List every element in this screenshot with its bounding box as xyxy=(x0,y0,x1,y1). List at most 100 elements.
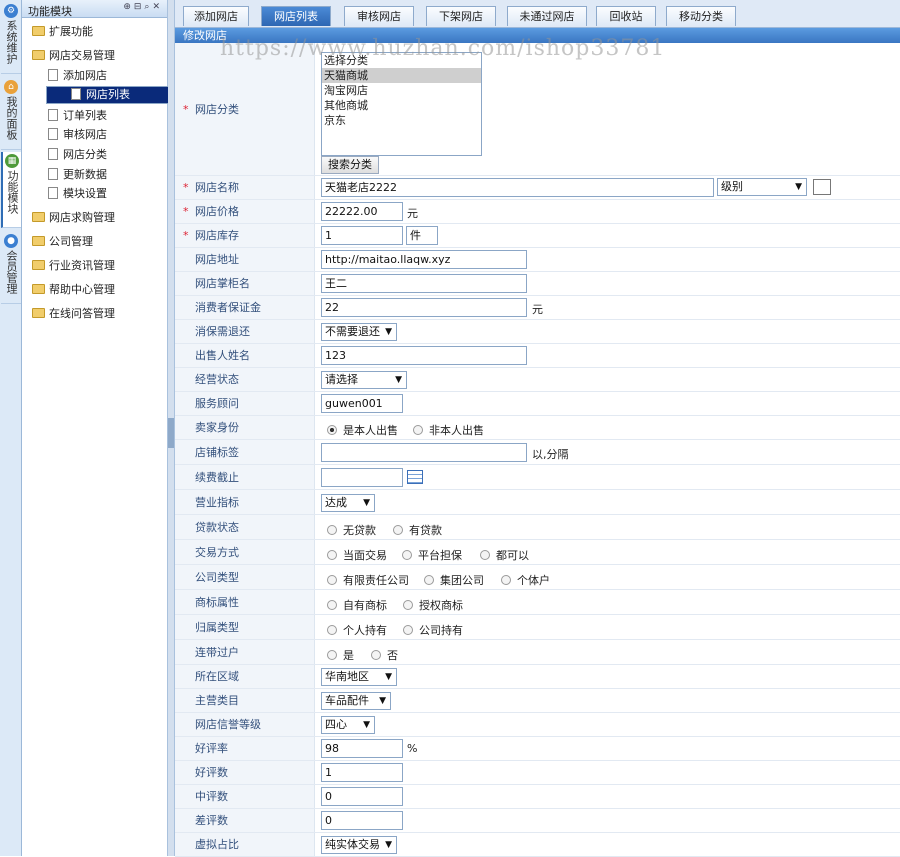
trademark-radio-2[interactable]: 授权商标 xyxy=(403,597,463,613)
credit_level-select[interactable]: 四心 ▼ xyxy=(321,716,375,734)
tab-6[interactable]: 回收站 xyxy=(596,6,656,26)
tab-7[interactable]: 移动分类 xyxy=(666,6,736,26)
label-text: 好评率 xyxy=(195,742,228,755)
tab-3[interactable]: 审核网店 xyxy=(344,6,414,26)
tab-4[interactable]: 下架网店 xyxy=(426,6,496,26)
name-input[interactable]: 天猫老店2222 xyxy=(321,178,714,197)
company_type-radio-2[interactable]: 集团公司 xyxy=(424,572,484,588)
category-option[interactable]: 淘宝网店 xyxy=(322,83,481,98)
label-text: 商标属性 xyxy=(195,596,239,609)
virtual_ratio-select[interactable]: 纯实体交易 ▼ xyxy=(321,836,397,854)
tab-1[interactable]: 添加网店 xyxy=(183,6,249,26)
ownership-radio-2[interactable]: 公司持有 xyxy=(403,622,463,638)
loan-radio-2[interactable]: 有贷款 xyxy=(393,522,442,538)
trade_mode-radio-3[interactable]: 都可以 xyxy=(480,547,529,563)
label-text: 虚拟占比 xyxy=(195,838,239,851)
file-icon xyxy=(48,148,58,160)
tree-node[interactable]: 网店交易管理 xyxy=(32,46,115,66)
radio-label: 否 xyxy=(387,649,398,662)
tree-tools[interactable]: ⊕⊟⌕✕ xyxy=(123,2,163,12)
tree-node-label: 网店分类 xyxy=(63,148,107,161)
calendar-icon[interactable] xyxy=(407,470,423,484)
transfer-radio-1[interactable]: 是 xyxy=(327,647,354,663)
renew-input[interactable] xyxy=(321,468,403,487)
radio-label: 个人持有 xyxy=(343,624,387,637)
seller_identity-radio-2[interactable]: 非本人出售 xyxy=(413,422,484,438)
url-input[interactable]: http://maitao.llaqw.xyz xyxy=(321,250,527,269)
name-level-select[interactable]: 级别 ▼ xyxy=(717,178,807,196)
radio-label: 非本人出售 xyxy=(429,424,484,437)
tree-node[interactable]: 模块设置 xyxy=(48,184,107,204)
tree-node[interactable]: 添加网店 xyxy=(48,66,107,86)
ownership-radio-1[interactable]: 个人持有 xyxy=(327,622,387,638)
label-advisor: 服务顾问 xyxy=(175,392,315,415)
radio-circle xyxy=(327,550,337,560)
tab-5[interactable]: 未通过网店 xyxy=(507,6,587,26)
region-select[interactable]: 华南地区 ▼ xyxy=(321,668,397,686)
file-icon xyxy=(48,69,58,81)
tree-node[interactable]: 网店分类 xyxy=(48,145,107,165)
category-option[interactable]: 京东 xyxy=(322,113,481,128)
panel-splitter[interactable] xyxy=(168,0,175,856)
file-icon xyxy=(48,187,58,199)
stock-unit-input[interactable]: 件 xyxy=(406,226,438,245)
label-text: 连带过户 xyxy=(195,646,239,659)
vtab-system[interactable]: ⚙ 系统维护 xyxy=(1,2,21,74)
mid_count-input[interactable]: 0 xyxy=(321,787,403,806)
collapse-arrow-icon[interactable] xyxy=(168,418,174,448)
category-listbox[interactable]: 选择分类 天猫商城 淘宝网店 其他商城 京东 xyxy=(321,52,482,156)
seller_identity-radio-1[interactable]: 是本人出售 xyxy=(327,422,398,438)
tree-node[interactable]: 在线问答管理 xyxy=(32,304,115,324)
label-trademark: 商标属性 xyxy=(175,590,315,614)
tree-node[interactable]: 更新数据 xyxy=(48,165,107,185)
category-option[interactable]: 其他商城 xyxy=(322,98,481,113)
tree-node[interactable]: 帮助中心管理 xyxy=(32,280,115,300)
label-seller_identity: 卖家身份 xyxy=(175,416,315,439)
main_category-select[interactable]: 车品配件 ▼ xyxy=(321,692,391,710)
label-text: 经营状态 xyxy=(195,373,239,386)
stock-input[interactable]: 1 xyxy=(321,226,403,245)
tree-node[interactable]: 扩展功能 xyxy=(32,22,93,42)
category-option[interactable]: 天猫商城 xyxy=(322,68,481,83)
owner-input[interactable]: 王二 xyxy=(321,274,527,293)
bad_count-input[interactable]: 0 xyxy=(321,811,403,830)
label-bad_count: 差评数 xyxy=(175,809,315,832)
deposit-input[interactable]: 22 xyxy=(321,298,527,317)
refund-select[interactable]: 不需要退还 ▼ xyxy=(321,323,397,341)
form-row-biz_index: 营业指标 达成 ▼ xyxy=(175,490,900,515)
tree-node[interactable]: 公司管理 xyxy=(32,232,93,252)
vtab-panel[interactable]: ⌂ 我的面板 xyxy=(1,78,21,150)
vertical-tab-strip: ⚙ 系统维护 ⌂ 我的面板 ▦ 功能模块 ● 会员管理 xyxy=(0,0,22,856)
biz_status-select[interactable]: 请选择 ▼ xyxy=(321,371,407,389)
tags-input[interactable] xyxy=(321,443,527,462)
label-text: 网店地址 xyxy=(195,253,239,266)
loan-radio-1[interactable]: 无贷款 xyxy=(327,522,376,538)
good_rate-input[interactable]: 98 xyxy=(321,739,403,758)
tree-node-label: 帮助中心管理 xyxy=(49,283,115,296)
seller_name-input[interactable]: 123 xyxy=(321,346,527,365)
tree-node[interactable]: 审核网店 xyxy=(48,125,107,145)
tree-node[interactable]: 行业资讯管理 xyxy=(32,256,115,276)
folder-icon xyxy=(32,284,45,294)
vtab-modules[interactable]: ▦ 功能模块 xyxy=(1,152,21,228)
company_type-radio-1[interactable]: 有限责任公司 xyxy=(327,572,409,588)
vtab-members[interactable]: ● 会员管理 xyxy=(1,232,21,304)
form-row-price: * 网店价格 22222.00 元 xyxy=(175,200,900,224)
tree-node[interactable]: 订单列表 xyxy=(48,106,107,126)
good_count-input[interactable]: 1 xyxy=(321,763,403,782)
label-ownership: 归属类型 xyxy=(175,615,315,639)
trade_mode-radio-1[interactable]: 当面交易 xyxy=(327,547,387,563)
biz_index-select[interactable]: 达成 ▼ xyxy=(321,494,375,512)
tree-node[interactable]: 网店求购管理 xyxy=(32,208,115,228)
price-input[interactable]: 22222.00 xyxy=(321,202,403,221)
select-value: 纯实体交易 xyxy=(325,838,380,851)
trademark-radio-1[interactable]: 自有商标 xyxy=(327,597,387,613)
transfer-radio-2[interactable]: 否 xyxy=(371,647,398,663)
search-category-button[interactable]: 搜索分类 xyxy=(321,156,379,174)
company_type-radio-3[interactable]: 个体户 xyxy=(501,572,550,588)
color-picker[interactable] xyxy=(813,179,831,195)
tab-2[interactable]: 网店列表 xyxy=(261,6,331,26)
trade_mode-radio-2[interactable]: 平台担保 xyxy=(402,547,462,563)
advisor-input[interactable]: guwen001 xyxy=(321,394,403,413)
radio-label: 当面交易 xyxy=(343,549,387,562)
